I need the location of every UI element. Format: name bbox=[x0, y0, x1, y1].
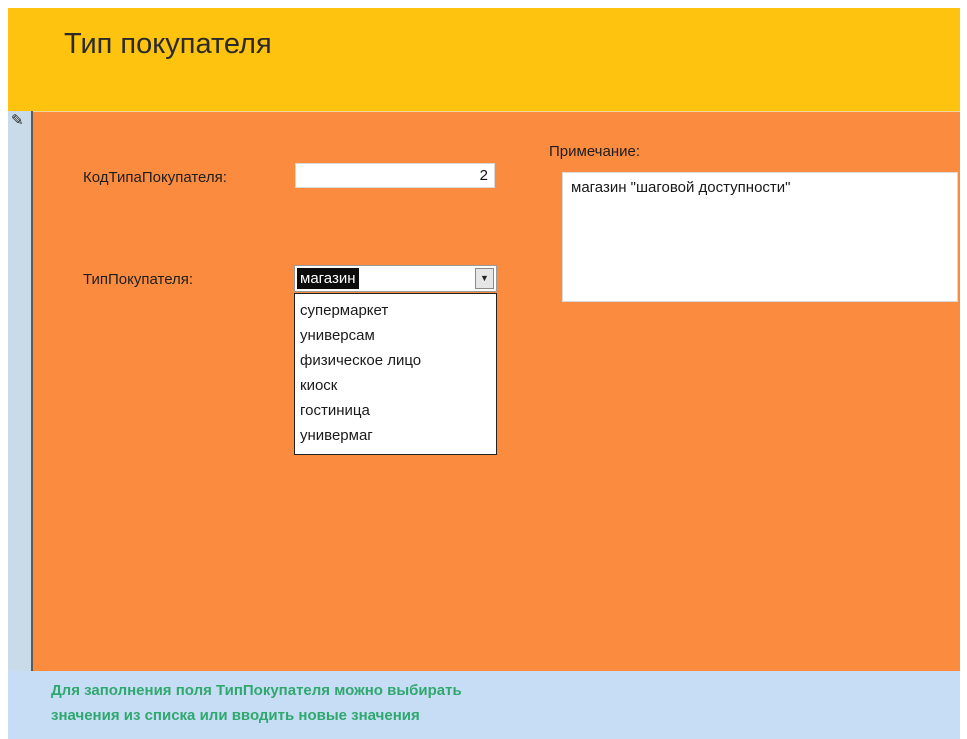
dropdown-item[interactable]: физическое лицо bbox=[295, 348, 496, 373]
dropdown-item[interactable]: гостиница bbox=[295, 398, 496, 423]
dropdown-item[interactable]: киоск bbox=[295, 373, 496, 398]
form-header: Тип покупателя bbox=[8, 8, 960, 111]
status-text-line-1: Для заполнения поля ТипПокупателя можно … bbox=[51, 682, 462, 699]
dropdown-item[interactable]: универсам bbox=[295, 323, 496, 348]
status-text-line-2: значения из списка или вводить новые зна… bbox=[51, 707, 420, 724]
type-dropdown-list[interactable]: супермаркет универсам физическое лицо ки… bbox=[294, 293, 497, 455]
form-title: Тип покупателя bbox=[64, 28, 272, 60]
dropdown-item[interactable]: супермаркет bbox=[295, 298, 496, 323]
dropdown-arrow-icon[interactable]: ▼ bbox=[475, 268, 494, 289]
pencil-edit-icon: ✎ bbox=[11, 112, 24, 129]
notes-field[interactable]: магазин "шаговой доступности" bbox=[562, 172, 958, 302]
type-combobox-value[interactable]: магазин bbox=[297, 268, 359, 289]
status-bar: Для заполнения поля ТипПокупателя можно … bbox=[8, 671, 960, 739]
type-label: ТипПокупателя: bbox=[83, 271, 194, 288]
dropdown-item[interactable]: универмаг bbox=[295, 423, 496, 448]
code-label: КодТипаПокупателя: bbox=[83, 169, 227, 186]
code-field[interactable]: 2 bbox=[295, 163, 495, 188]
type-combobox[interactable]: магазин ▼ bbox=[294, 265, 497, 292]
form-detail: КодТипаПокупателя: 2 ТипПокупателя: мага… bbox=[33, 111, 960, 672]
record-selector[interactable]: ✎ bbox=[8, 111, 33, 671]
notes-label: Примечание: bbox=[549, 143, 640, 160]
